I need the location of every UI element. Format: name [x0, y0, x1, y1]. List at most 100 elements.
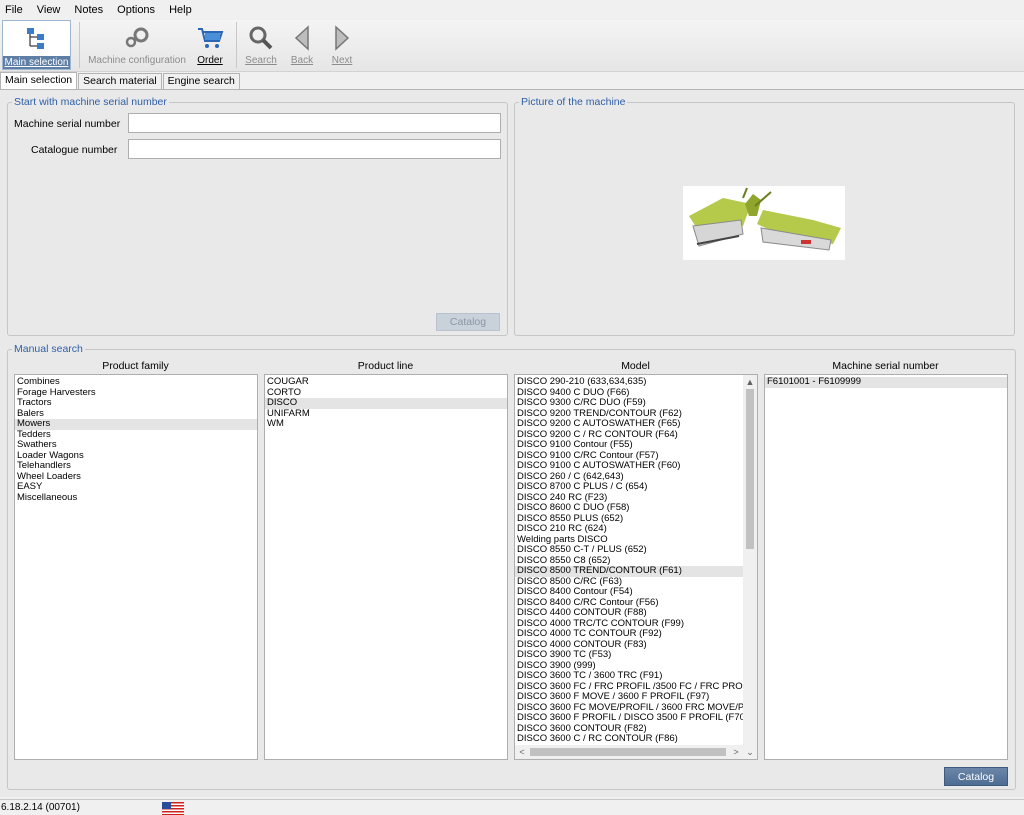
back-button[interactable]: Back — [286, 20, 318, 70]
tree-icon — [27, 28, 44, 49]
list-item[interactable]: DISCO 8500 C/RC (F63) — [515, 577, 743, 588]
menu-file[interactable]: File — [5, 4, 23, 16]
serial-number-group: Start with machine serial number Machine… — [7, 96, 508, 336]
list-item[interactable]: DISCO 9200 C / RC CONTOUR (F64) — [515, 430, 743, 441]
main-selection-button[interactable]: Main selection — [2, 20, 71, 70]
list-item[interactable]: DISCO 8400 Contour (F54) — [515, 587, 743, 598]
list-item[interactable]: Forage Harvesters — [15, 388, 257, 399]
list-item[interactable]: DISCO 8550 C-T / PLUS (652) — [515, 545, 743, 556]
list-item[interactable]: DISCO 8500 TREND/CONTOUR (F61) — [515, 566, 743, 577]
list-item[interactable]: DISCO 3900 TC (F53) — [515, 650, 743, 661]
arrow-right-icon — [328, 24, 356, 52]
list-item[interactable]: COUGAR — [265, 377, 507, 388]
list-item[interactable]: DISCO 240 RC (F23) — [515, 493, 743, 504]
model-hscroll-thumb[interactable] — [530, 748, 726, 756]
list-item[interactable]: Welding parts DISCO — [515, 535, 743, 546]
serial-group-title: Start with machine serial number — [12, 96, 169, 108]
manual-search-group: Manual search Product family Product lin… — [7, 343, 1016, 790]
scroll-right-arrow-icon[interactable]: > — [729, 745, 743, 759]
menu-notes[interactable]: Notes — [74, 4, 103, 16]
list-item[interactable]: DISCO 4000 CONTOUR (F83) — [515, 640, 743, 651]
list-item[interactable]: DISCO 9100 Contour (F55) — [515, 440, 743, 451]
list-item[interactable]: DISCO 3600 CONTOUR (F82) — [515, 724, 743, 735]
list-item[interactable]: Tractors — [15, 398, 257, 409]
product-line-list[interactable]: COUGAR CORTO DISCO UNIFARM WM — [264, 374, 508, 760]
search-button[interactable]: Search — [243, 20, 279, 70]
next-label: Next — [331, 55, 353, 66]
list-item[interactable]: DISCO 8550 C8 (652) — [515, 556, 743, 567]
list-item[interactable]: DISCO 9300 C/RC DUO (F59) — [515, 398, 743, 409]
menu-help[interactable]: Help — [169, 4, 192, 16]
list-item[interactable]: DISCO 3600 F PROFIL / DISCO 3500 F PROFI… — [515, 713, 743, 724]
list-item[interactable]: DISCO 210 RC (624) — [515, 524, 743, 535]
gears-icon — [123, 24, 151, 52]
list-item[interactable]: DISCO 3600 FC MOVE/PROFIL / 3600 FRC MOV… — [515, 703, 743, 714]
list-item[interactable]: DISCO 8600 C DUO (F58) — [515, 503, 743, 514]
list-item[interactable]: Tedders — [15, 430, 257, 441]
serial-catalog-button[interactable]: Catalog — [436, 313, 500, 331]
list-item[interactable]: DISCO 9400 C DUO (F66) — [515, 388, 743, 399]
list-item[interactable]: Miscellaneous — [15, 493, 257, 504]
list-item[interactable]: UNIFARM — [265, 409, 507, 420]
list-item[interactable]: Mowers — [15, 419, 257, 430]
catalogue-number-input[interactable] — [128, 139, 501, 159]
list-item[interactable]: DISCO 4000 TRC/TC CONTOUR (F99) — [515, 619, 743, 630]
list-item[interactable]: DISCO 9200 C AUTOSWATHER (F65) — [515, 419, 743, 430]
list-item[interactable]: DISCO 3600 TC / 3600 TRC (F91) — [515, 671, 743, 682]
scroll-down-arrow-icon[interactable]: ⌄ — [743, 745, 757, 759]
machine-configuration-label: Machine configuration — [88, 55, 186, 66]
machine-configuration-button[interactable]: Machine configuration — [86, 20, 188, 70]
tab-main-selection[interactable]: Main selection — [0, 72, 78, 89]
list-item[interactable]: Loader Wagons — [15, 451, 257, 462]
tab-bar: Main selection Search material Engine se… — [0, 72, 241, 89]
order-button[interactable]: Order — [192, 20, 228, 70]
list-item[interactable]: CORTO — [265, 388, 507, 399]
serial-number-list[interactable]: F6101001 - F6109999 — [764, 374, 1008, 760]
tab-search-material[interactable]: Search material — [78, 73, 162, 89]
list-item[interactable]: DISCO 3900 (999) — [515, 661, 743, 672]
status-bar: 6.18.2.14 (00701) — [0, 799, 1024, 815]
list-item[interactable]: DISCO 260 / C (642,643) — [515, 472, 743, 483]
list-item[interactable]: EASY — [15, 482, 257, 493]
model-list[interactable]: DISCO 290-210 (633,634,635) DISCO 9400 C … — [514, 374, 758, 760]
toolbar-separator — [79, 22, 80, 68]
model-scroll-thumb[interactable] — [746, 389, 754, 549]
list-item[interactable]: Telehandlers — [15, 461, 257, 472]
list-item[interactable]: DISCO 4400 CONTOUR (F88) — [515, 608, 743, 619]
product-line-header: Product line — [357, 360, 414, 372]
list-item[interactable]: DISCO 4000 TC CONTOUR (F92) — [515, 629, 743, 640]
model-horizontal-scrollbar[interactable]: < > — [515, 745, 743, 759]
magnifier-icon — [247, 24, 275, 52]
scroll-up-arrow-icon[interactable]: ▲ — [743, 375, 757, 389]
next-button[interactable]: Next — [326, 20, 358, 70]
menu-options[interactable]: Options — [117, 4, 155, 16]
list-item[interactable]: DISCO 3600 F MOVE / 3600 F PROFIL (F97) — [515, 692, 743, 703]
list-item[interactable]: DISCO 3600 C / RC CONTOUR (F86) — [515, 734, 743, 745]
list-item[interactable]: DISCO 8700 C PLUS / C (654) — [515, 482, 743, 493]
manual-catalog-button[interactable]: Catalog — [944, 767, 1008, 786]
list-item[interactable]: DISCO 8400 C/RC Contour (F56) — [515, 598, 743, 609]
us-flag-icon[interactable] — [162, 802, 184, 815]
list-item[interactable]: WM — [265, 419, 507, 430]
menu-view[interactable]: View — [37, 4, 61, 16]
manual-search-title: Manual search — [12, 343, 85, 355]
list-item[interactable]: DISCO 9100 C AUTOSWATHER (F60) — [515, 461, 743, 472]
scroll-left-arrow-icon[interactable]: < — [515, 745, 529, 759]
list-item[interactable]: F6101001 - F6109999 — [765, 377, 1007, 388]
list-item[interactable]: Combines — [15, 377, 257, 388]
list-item[interactable]: DISCO 8550 PLUS (652) — [515, 514, 743, 525]
menu-bar: File View Notes Options Help — [0, 0, 1024, 20]
list-item[interactable]: DISCO 290-210 (633,634,635) — [515, 377, 743, 388]
list-item[interactable]: Balers — [15, 409, 257, 420]
list-item[interactable]: Swathers — [15, 440, 257, 451]
machine-serial-input[interactable] — [128, 113, 501, 133]
tab-engine-search[interactable]: Engine search — [162, 73, 240, 89]
model-vertical-scrollbar[interactable]: ▲ — [743, 375, 757, 745]
list-item[interactable]: DISCO 9100 C/RC Contour (F57) — [515, 451, 743, 462]
toolbar-separator — [236, 22, 237, 68]
list-item[interactable]: DISCO 9200 TREND/CONTOUR (F62) — [515, 409, 743, 420]
list-item[interactable]: DISCO — [265, 398, 507, 409]
list-item[interactable]: Wheel Loaders — [15, 472, 257, 483]
list-item[interactable]: DISCO 3600 FC / FRC PROFIL /3500 FC / FR… — [515, 682, 743, 693]
product-family-list[interactable]: Combines Forage Harvesters Tractors Balers M… — [14, 374, 258, 760]
